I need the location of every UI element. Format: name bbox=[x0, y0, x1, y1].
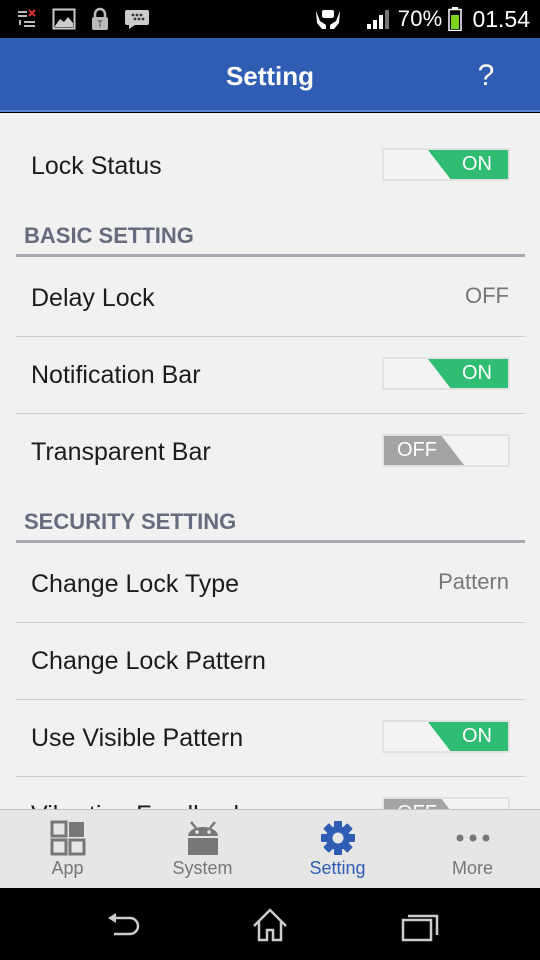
image-icon bbox=[52, 8, 76, 30]
bottom-tab-bar: App System Setting More bbox=[0, 809, 540, 888]
hands-shield-icon bbox=[315, 10, 340, 29]
tab-more[interactable]: More bbox=[405, 810, 540, 888]
transparent-bar-toggle[interactable]: OFF bbox=[382, 434, 510, 467]
use-visible-pattern-label: Use Visible Pattern bbox=[31, 724, 244, 752]
delay-lock-value: OFF bbox=[465, 283, 509, 308]
vibration-feedback-row[interactable]: Vibration Feedback OFF bbox=[16, 777, 525, 809]
notification-bar-label: Notification Bar bbox=[31, 361, 201, 389]
help-button[interactable]: ? bbox=[468, 56, 504, 96]
system-status: 70% 01.54 bbox=[314, 4, 530, 34]
tab-label: System bbox=[172, 858, 233, 878]
section-title: SECURITY SETTING bbox=[24, 509, 237, 534]
tab-label: App bbox=[51, 858, 84, 878]
battery-icon bbox=[448, 7, 463, 31]
delay-lock-label: Delay Lock bbox=[31, 284, 155, 312]
gear-icon bbox=[320, 821, 355, 855]
security-setting-header: SECURITY SETTING bbox=[16, 503, 525, 543]
grid-icon bbox=[50, 820, 85, 856]
change-lock-pattern-row[interactable]: Change Lock Pattern bbox=[16, 623, 525, 700]
tab-app[interactable]: App bbox=[0, 810, 135, 888]
vibration-feedback-toggle[interactable]: OFF bbox=[382, 797, 510, 809]
back-icon[interactable] bbox=[100, 906, 144, 946]
recents-icon[interactable] bbox=[398, 906, 442, 946]
clock: 01.54 bbox=[472, 5, 530, 32]
signal-icon bbox=[366, 10, 389, 29]
notification-icons: T bbox=[16, 6, 150, 32]
settings-list[interactable]: Lock Status ON BASIC SETTING Delay Lock … bbox=[0, 113, 540, 809]
toggle-state: ON bbox=[462, 153, 492, 175]
lock-status-toggle[interactable]: ON bbox=[382, 148, 510, 181]
lock-icon: T bbox=[92, 7, 108, 30]
lock-status-label: Lock Status bbox=[31, 152, 162, 180]
change-lock-type-value: Pattern bbox=[438, 569, 509, 594]
transparent-bar-row[interactable]: Transparent Bar OFF bbox=[16, 414, 525, 491]
app-bar: Setting ? bbox=[0, 38, 540, 112]
tab-label: Setting bbox=[309, 858, 366, 878]
more-dots-icon bbox=[456, 834, 489, 842]
android-icon bbox=[187, 821, 218, 855]
change-lock-type-row[interactable]: Change Lock Type Pattern bbox=[16, 546, 525, 623]
lock-status-row[interactable]: Lock Status ON bbox=[16, 128, 525, 205]
change-lock-pattern-label: Change Lock Pattern bbox=[31, 647, 266, 675]
system-nav-bar bbox=[0, 888, 540, 960]
notification-bar-toggle[interactable]: ON bbox=[382, 357, 510, 390]
toggle-state: ON bbox=[462, 725, 492, 747]
bbm-icon bbox=[125, 10, 149, 29]
status-bar: T 70% 01.54 bbox=[0, 0, 540, 38]
section-title: BASIC SETTING bbox=[24, 223, 194, 248]
page-title: Setting bbox=[225, 61, 315, 91]
delay-lock-row[interactable]: Delay Lock OFF bbox=[16, 260, 525, 337]
use-visible-pattern-row[interactable]: Use Visible Pattern ON bbox=[16, 700, 525, 777]
svg-text:T: T bbox=[97, 19, 103, 29]
tab-setting[interactable]: Setting bbox=[270, 810, 405, 888]
transparent-bar-label: Transparent Bar bbox=[31, 438, 211, 466]
battery-percent: 70% bbox=[397, 6, 443, 31]
vibration-feedback-label: Vibration Feedback bbox=[31, 777, 246, 809]
toggle-state: ON bbox=[462, 362, 492, 384]
home-icon[interactable] bbox=[248, 906, 292, 946]
tab-label: More bbox=[451, 858, 493, 878]
notification-bar-row[interactable]: Notification Bar ON bbox=[16, 337, 525, 414]
change-lock-type-label: Change Lock Type bbox=[31, 570, 240, 598]
tab-system[interactable]: System bbox=[135, 810, 270, 888]
toggle-state: OFF bbox=[397, 799, 437, 809]
use-visible-pattern-toggle[interactable]: ON bbox=[382, 720, 510, 753]
task-list-icon bbox=[18, 9, 36, 27]
toggle-state: OFF bbox=[397, 439, 437, 461]
basic-setting-header: BASIC SETTING bbox=[16, 217, 525, 257]
